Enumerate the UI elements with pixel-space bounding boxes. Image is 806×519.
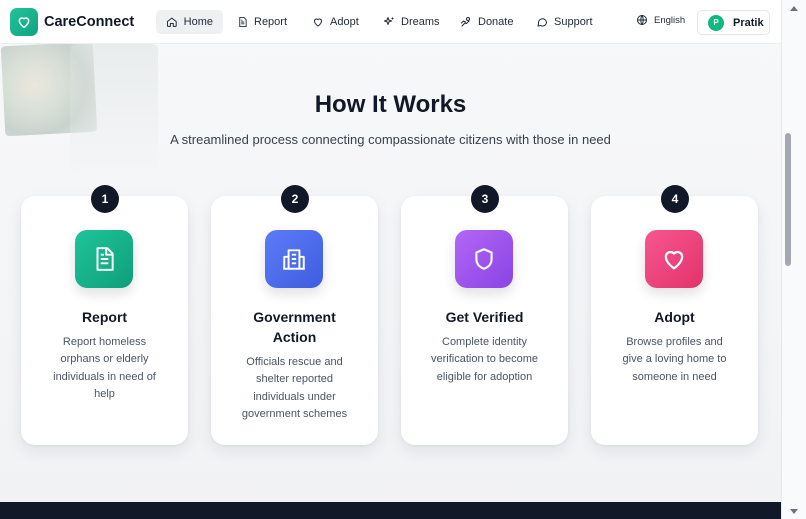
step-title-line: Adopt [654, 309, 695, 325]
document-icon [239, 16, 247, 28]
sparkles-icon [384, 17, 394, 25]
step-desc-line: Complete identity [442, 336, 527, 348]
step-description: Complete identity verification to become… [418, 334, 551, 386]
nav-item-dreams[interactable]: Dreams [373, 10, 450, 34]
step-desc-line: verification to become [431, 353, 538, 366]
nav-item-label: Dreams [401, 16, 440, 28]
heart-icon [645, 230, 703, 288]
step-title-line: Get Verified [445, 309, 524, 325]
step-desc-line: eligible for adoption [436, 370, 533, 383]
nav-item-label: Support [554, 16, 593, 28]
step-desc-line: Report homeless [62, 336, 147, 348]
hand-coin-icon [461, 17, 470, 27]
footer [0, 502, 781, 519]
page-subtitle: A streamlined process connecting compass… [170, 132, 611, 147]
step-title: Report [31, 307, 178, 327]
shield-icon [455, 230, 513, 288]
page-title: How It Works [314, 91, 467, 118]
page: CareConnect Home Report Adopt Dreams Don… [0, 0, 781, 519]
user-menu-button[interactable]: P Pratik [697, 10, 770, 35]
globe-icon [637, 15, 647, 25]
avatar: P [708, 14, 724, 31]
step-desc-line: someone in need [632, 370, 717, 383]
step-desc-line: give a loving home to [622, 353, 727, 366]
nav-item-adopt[interactable]: Adopt [302, 10, 369, 34]
step-desc-line: individuals under [253, 390, 336, 403]
step-description: Officials rescue and shelter reported in… [233, 354, 356, 424]
step-desc-line: help [94, 388, 115, 401]
step-title: Adopt [601, 307, 748, 327]
step-title-line: Government [253, 309, 336, 325]
step-card-adopt: Adopt Browse profiles and give a loving … [591, 196, 758, 445]
step-desc-line: orphans or elderly [60, 353, 149, 366]
nav-item-label: Donate [478, 16, 514, 28]
nav-item-label: Report [254, 16, 288, 28]
scroll-thumb[interactable] [785, 133, 791, 266]
step-description: Report homeless orphans or elderly indiv… [43, 334, 166, 404]
step-desc-line: Officials rescue and [246, 356, 343, 368]
step-card-get-verified: Get Verified Complete identity verificat… [401, 196, 568, 445]
chat-icon [537, 18, 547, 27]
step-number: 4 [661, 185, 689, 213]
nav-item-donate[interactable]: Donate [450, 10, 523, 34]
step-number: 2 [281, 185, 309, 213]
language-label: English [654, 14, 686, 26]
brand[interactable]: CareConnect [10, 8, 134, 36]
step-desc-line: government schemes [241, 408, 348, 421]
step-title: Get Verified [411, 307, 558, 327]
scroll-up-arrow-icon[interactable] [790, 6, 798, 11]
step-desc-line: Browse profiles and [626, 336, 723, 348]
vertical-scrollbar[interactable] [781, 0, 806, 519]
scroll-down-arrow-icon[interactable] [790, 509, 798, 514]
nav-item-report[interactable]: Report [227, 10, 297, 34]
home-icon [166, 17, 177, 27]
nav-item-label: Home [183, 16, 213, 28]
nav-item-label: Adopt [330, 16, 359, 28]
language-selector[interactable]: English [636, 14, 685, 26]
step-title: Government Action [221, 307, 368, 347]
nav-item-support[interactable]: Support [526, 10, 603, 34]
step-card-report: Report Report homeless orphans or elderl… [21, 196, 188, 445]
step-number: 3 [471, 185, 499, 213]
step-number: 1 [91, 185, 119, 213]
step-desc-line: individuals in need of [53, 370, 156, 383]
brand-name: CareConnect [44, 14, 135, 30]
heart-icon [314, 18, 322, 27]
nav-item-home[interactable]: Home [156, 10, 223, 34]
navbar: CareConnect Home Report Adopt Dreams Don… [0, 0, 781, 44]
step-title-line: Report [81, 309, 128, 325]
building-icon [265, 230, 323, 288]
step-desc-line: shelter reported [255, 373, 334, 386]
step-description: Browse profiles and give a loving home t… [608, 334, 741, 386]
step-card-government-action: Government Action Officials rescue and s… [211, 196, 378, 445]
document-icon [75, 230, 133, 288]
step-title-line: Action [272, 329, 317, 345]
user-name: Pratik [733, 16, 764, 29]
heart-logo-icon [10, 8, 38, 36]
